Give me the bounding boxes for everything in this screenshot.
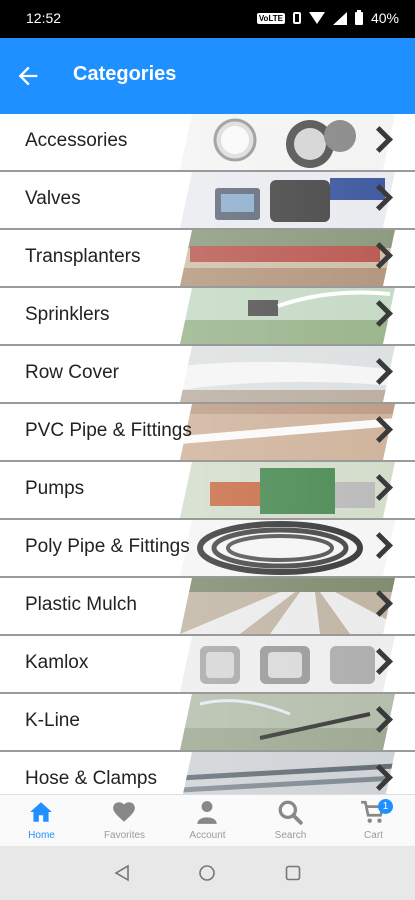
category-row-pumps[interactable]: Pumps [0, 462, 415, 520]
category-row-accessories[interactable]: Accessories [0, 114, 415, 172]
category-label: Accessories [25, 130, 128, 151]
category-label: Kamlox [25, 652, 89, 673]
category-row-poly-pipe[interactable]: Poly Pipe & Fittings [0, 520, 415, 578]
wifi-icon [308, 12, 325, 24]
nav-label: Favorites [103, 830, 146, 841]
home-icon [30, 802, 52, 822]
category-label: Transplanters [25, 246, 141, 267]
category-row-hose-clamps[interactable]: Hose & Clamps [0, 752, 415, 794]
status-icons: VoLTE 40% [256, 9, 399, 26]
kamlox-photo [180, 636, 395, 692]
app-bar: Categories [0, 38, 415, 114]
poly-pipe-photo [180, 520, 395, 576]
gauges-photo [180, 114, 395, 170]
bottom-nav: Home Favorites Account Search 1 Cart [0, 794, 415, 847]
category-label: Hose & Clamps [25, 768, 157, 789]
category-label: Sprinklers [25, 304, 110, 325]
nav-favorites[interactable]: Favorites [83, 795, 166, 847]
category-row-valves[interactable]: Valves [0, 172, 415, 230]
category-label: Plastic Mulch [25, 594, 137, 615]
account-icon [197, 801, 217, 824]
category-row-transplanters[interactable]: Transplanters [0, 230, 415, 288]
battery-percent: 40% [370, 10, 399, 26]
nav-account[interactable]: Account [166, 795, 249, 847]
category-label: Pumps [25, 478, 85, 499]
category-label: PVC Pipe & Fittings [25, 420, 192, 441]
sprinklers-photo [180, 288, 395, 344]
nav-search[interactable]: Search [249, 795, 332, 847]
status-bar: 12:52 VoLTE 40% [0, 0, 415, 38]
k-line-photo [180, 694, 395, 750]
category-row-plastic-mulch[interactable]: Plastic Mulch [0, 578, 415, 636]
page-title: Categories [73, 63, 177, 85]
plastic-mulch-photo [180, 578, 395, 634]
row-cover-photo [180, 346, 395, 402]
volte-icon: VoLTE [256, 12, 285, 24]
category-row-pvc-pipe[interactable]: PVC Pipe & Fittings [0, 404, 415, 462]
category-row-row-cover[interactable]: Row Cover [0, 346, 415, 404]
pumps-photo [180, 462, 395, 518]
status-time: 12:52 [26, 10, 62, 26]
hose-clamps-photo [180, 752, 395, 794]
nav-label: Account [189, 830, 226, 841]
transplanters-photo [180, 230, 395, 286]
pvc-pipe-photo [180, 404, 395, 460]
category-label: Poly Pipe & Fittings [25, 536, 190, 557]
search-icon [278, 800, 303, 825]
heart-icon [113, 802, 135, 822]
valves-photo [180, 172, 395, 228]
nav-label: Home [28, 830, 55, 841]
battery-icon [354, 9, 363, 25]
category-label: Valves [25, 188, 81, 209]
category-label: Row Cover [25, 362, 119, 383]
nav-home[interactable]: Home [0, 795, 83, 847]
category-row-k-line[interactable]: K-Line [0, 694, 415, 752]
category-row-kamlox[interactable]: Kamlox [0, 636, 415, 694]
category-row-sprinklers[interactable]: Sprinklers [0, 288, 415, 346]
back-arrow-icon[interactable] [14, 62, 42, 90]
signal-icon [332, 11, 347, 25]
category-label: K-Line [25, 710, 80, 731]
nav-cart[interactable]: 1 Cart [332, 795, 415, 847]
system-back-icon[interactable] [113, 864, 131, 882]
nav-label: Search [274, 830, 307, 841]
category-list[interactable]: Accessories Valves Transplanters Sprinkl… [0, 114, 415, 794]
vibrate-icon [292, 12, 301, 24]
system-nav-bar [0, 846, 415, 900]
system-home-icon[interactable] [198, 864, 216, 882]
nav-label: Cart [364, 830, 383, 841]
system-recents-icon[interactable] [284, 864, 302, 882]
cart-count-badge: 1 [378, 799, 393, 814]
